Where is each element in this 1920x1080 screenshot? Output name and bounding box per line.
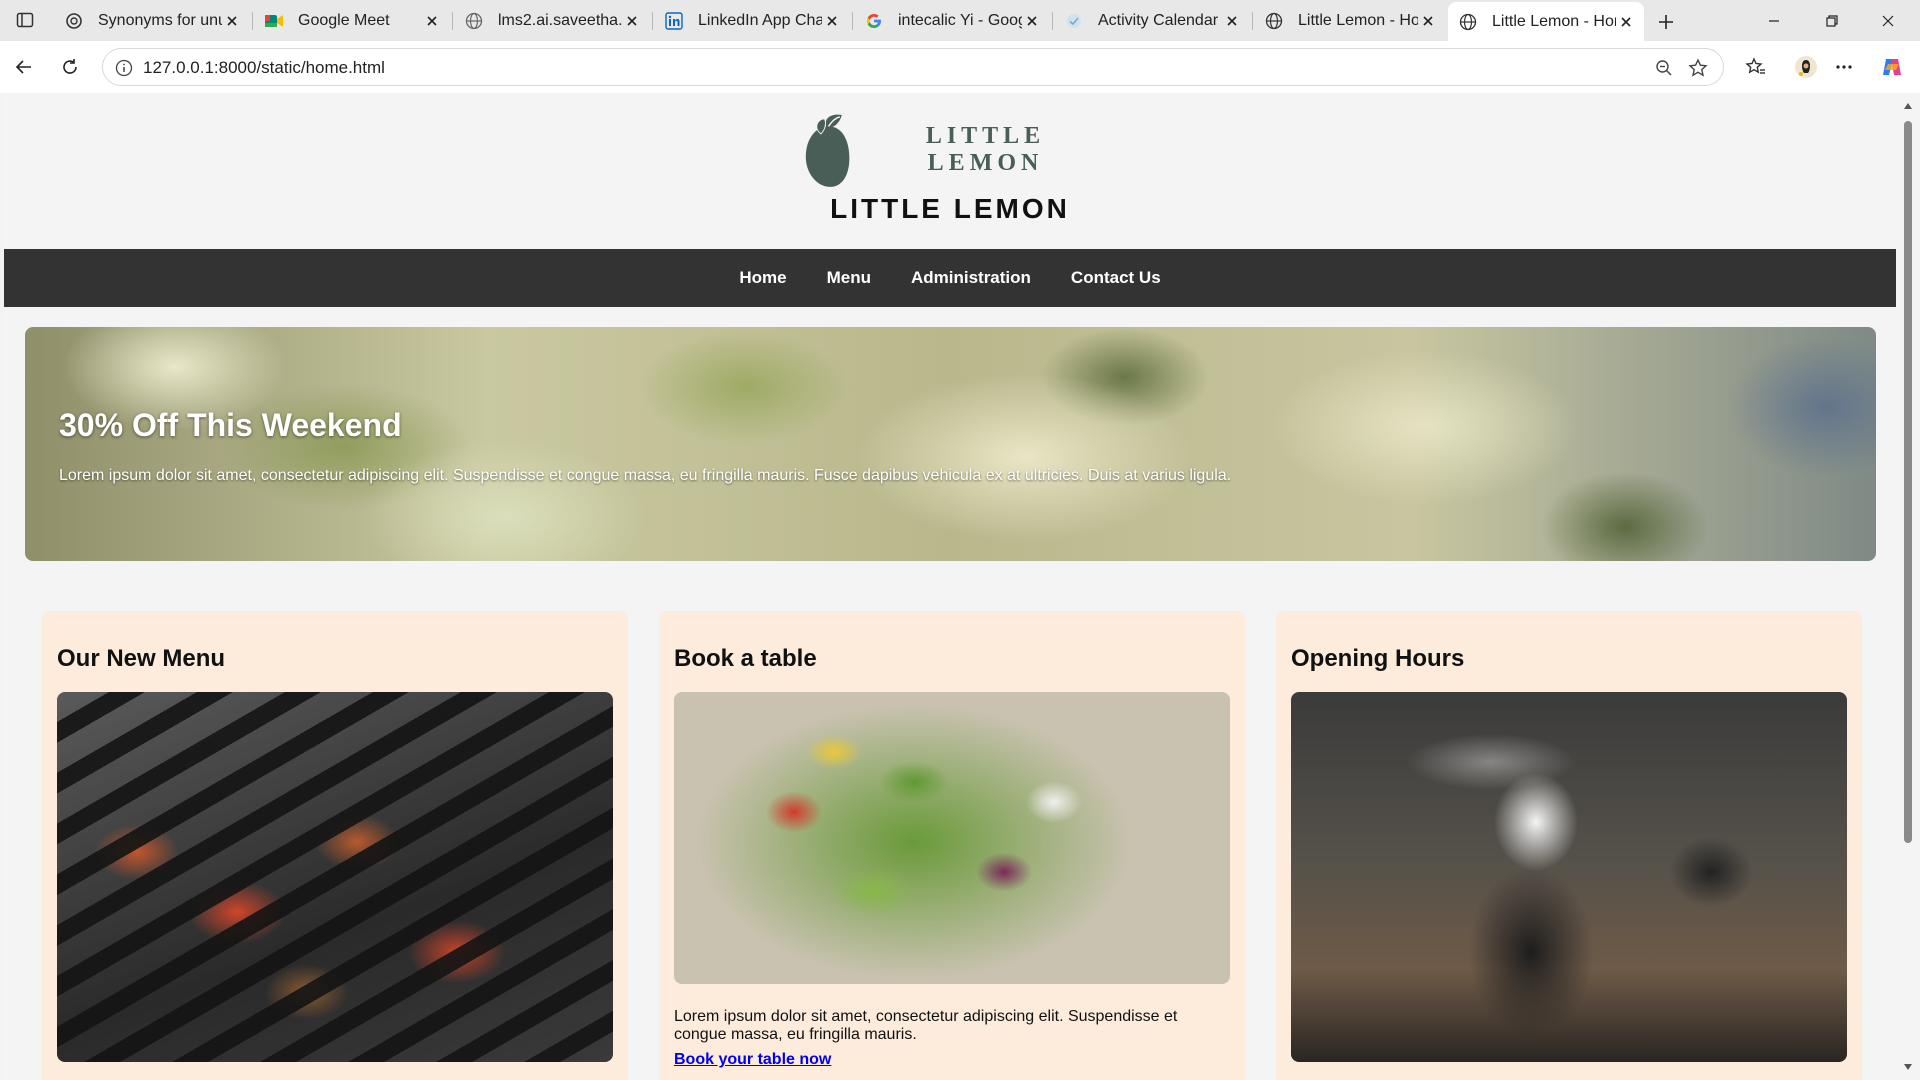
tab-google-meet[interactable]: Google Meet <box>254 4 450 37</box>
tab-separator <box>452 12 453 30</box>
zoom-out-icon[interactable] <box>1653 57 1675 79</box>
tab-title: Little Lemon - Hon <box>1492 12 1616 30</box>
card-opening-hours: Opening Hours <box>1276 611 1862 1080</box>
card-title: Opening Hours <box>1291 645 1465 672</box>
logo-text: LITTLE LEMON <box>925 123 1046 176</box>
close-tab-icon[interactable] <box>822 11 842 31</box>
card-our-new-menu: Our New Menu <box>42 611 628 1080</box>
tab-title: intecalic Yi - Goog <box>898 11 1022 29</box>
tab-actions-button[interactable] <box>8 6 42 34</box>
tab-lms[interactable]: lms2.ai.saveetha.in <box>454 4 650 37</box>
tab-title: Little Lemon - Hon <box>1298 11 1418 29</box>
tab-separator <box>652 12 653 30</box>
card-description: Lorem ipsum dolor sit amet, consectetur … <box>674 1008 1178 1043</box>
tab-title: LinkedIn App Chal <box>698 11 822 29</box>
linkedin-icon <box>664 11 684 31</box>
promo-title: 30% Off This Weekend <box>59 407 402 443</box>
minimize-icon <box>1769 20 1779 22</box>
reload-icon <box>63 59 77 74</box>
copilot-icon <box>1883 59 1901 75</box>
site-logo[interactable]: LITTLE LEMON <box>802 109 1102 191</box>
more-options-button[interactable] <box>1828 51 1860 83</box>
close-tab-icon[interactable] <box>1022 11 1042 31</box>
page-viewport: LITTLE LEMON LITTLE LEMON Home Menu Admi… <box>4 93 1896 1080</box>
url-text[interactable]: 127.0.0.1:8000/static/home.html <box>143 58 385 78</box>
tab-title: lms2.ai.saveetha.in <box>498 11 622 29</box>
chef-cooking-image <box>1291 692 1847 1062</box>
scrollbar-thumb[interactable] <box>1904 121 1912 843</box>
favorites-icon <box>1745 57 1765 74</box>
card-title: Our New Menu <box>57 645 226 672</box>
info-icon[interactable] <box>113 57 135 79</box>
more-horizontal-icon <box>1836 65 1852 69</box>
tab-little-lemon-active[interactable]: Little Lemon - Hon <box>1448 2 1644 41</box>
close-window-button[interactable] <box>1866 6 1910 36</box>
tab-synonyms[interactable]: Synonyms for unu <box>54 4 250 37</box>
new-tab-button[interactable] <box>1652 8 1680 36</box>
address-bar[interactable]: 127.0.0.1:8000/static/home.html <box>102 48 1724 86</box>
close-tab-icon[interactable] <box>1616 12 1636 32</box>
openai-icon <box>64 11 84 31</box>
lemon-logo-icon <box>805 114 850 187</box>
browser-toolbar: 127.0.0.1:8000/static/home.html <box>0 41 1920 93</box>
tab-activity-calendar[interactable]: Activity Calendar - <box>1054 4 1250 37</box>
globe-icon <box>1458 12 1478 32</box>
tab-title: Synonyms for unu <box>98 11 222 29</box>
close-tab-icon[interactable] <box>622 11 642 31</box>
card-title: Book a table <box>674 645 817 672</box>
main-nav: Home Menu Administration Contact Us <box>4 249 1896 307</box>
copilot-button[interactable] <box>1876 51 1908 83</box>
google-icon <box>864 11 884 31</box>
profile-button[interactable] <box>1790 51 1822 83</box>
card-book-a-table: Book a table Lorem ipsum dolor sit amet,… <box>659 611 1245 1080</box>
close-tab-icon[interactable] <box>222 11 242 31</box>
close-icon <box>1882 15 1894 27</box>
book-table-link[interactable]: Book your table now <box>674 1051 831 1069</box>
tab-title: Google Meet <box>298 11 390 29</box>
tab-actions-icon <box>16 12 34 28</box>
close-tab-icon[interactable] <box>1222 11 1242 31</box>
avatar-icon <box>1795 56 1817 78</box>
promo-text: Lorem ipsum dolor sit amet, consectetur … <box>59 467 1232 484</box>
nav-contact-us[interactable]: Contact Us <box>1071 268 1161 288</box>
tab-google-search[interactable]: intecalic Yi - Goog <box>854 4 1050 37</box>
close-tab-icon[interactable] <box>1418 11 1438 31</box>
nav-administration[interactable]: Administration <box>911 268 1031 288</box>
google-meet-icon <box>264 11 284 31</box>
calendar-icon <box>1064 11 1084 31</box>
tab-linkedin[interactable]: LinkedIn App Chal <box>654 4 850 37</box>
nav-menu[interactable]: Menu <box>827 268 871 288</box>
tab-separator <box>1052 12 1053 30</box>
reload-button[interactable] <box>54 51 86 83</box>
nav-home[interactable]: Home <box>739 268 786 288</box>
promo-banner: 30% Off This Weekend Lorem ipsum dolor s… <box>25 327 1876 561</box>
restore-button[interactable] <box>1810 6 1854 36</box>
tab-little-lemon[interactable]: Little Lemon - Hon <box>1254 4 1446 37</box>
scroll-up-arrow-icon[interactable] <box>1903 101 1913 111</box>
globe-icon <box>464 11 484 31</box>
restore-icon <box>1826 15 1838 27</box>
salad-bowl-image <box>674 692 1230 984</box>
plus-icon <box>1659 15 1673 29</box>
close-tab-icon[interactable] <box>422 11 442 31</box>
star-icon[interactable] <box>1687 57 1709 79</box>
tab-separator <box>852 12 853 30</box>
tab-separator <box>1252 12 1253 30</box>
minimize-button[interactable] <box>1752 6 1796 36</box>
globe-icon <box>1264 11 1284 31</box>
favorites-button[interactable] <box>1740 51 1772 83</box>
site-header: LITTLE LEMON LITTLE LEMON <box>4 93 1896 249</box>
tab-separator <box>252 12 253 30</box>
grilled-skewers-image <box>57 692 613 1062</box>
scroll-down-arrow-icon[interactable] <box>1903 1062 1913 1072</box>
arrow-left-icon <box>15 60 31 74</box>
tab-title: Activity Calendar - <box>1098 11 1222 29</box>
back-button[interactable] <box>8 51 40 83</box>
site-title: LITTLE LEMON <box>830 193 1070 224</box>
page-scrollbar[interactable] <box>1896 93 1920 1080</box>
browser-tab-bar: Synonyms for unu Google Meet lms2.ai.sav… <box>0 0 1920 41</box>
